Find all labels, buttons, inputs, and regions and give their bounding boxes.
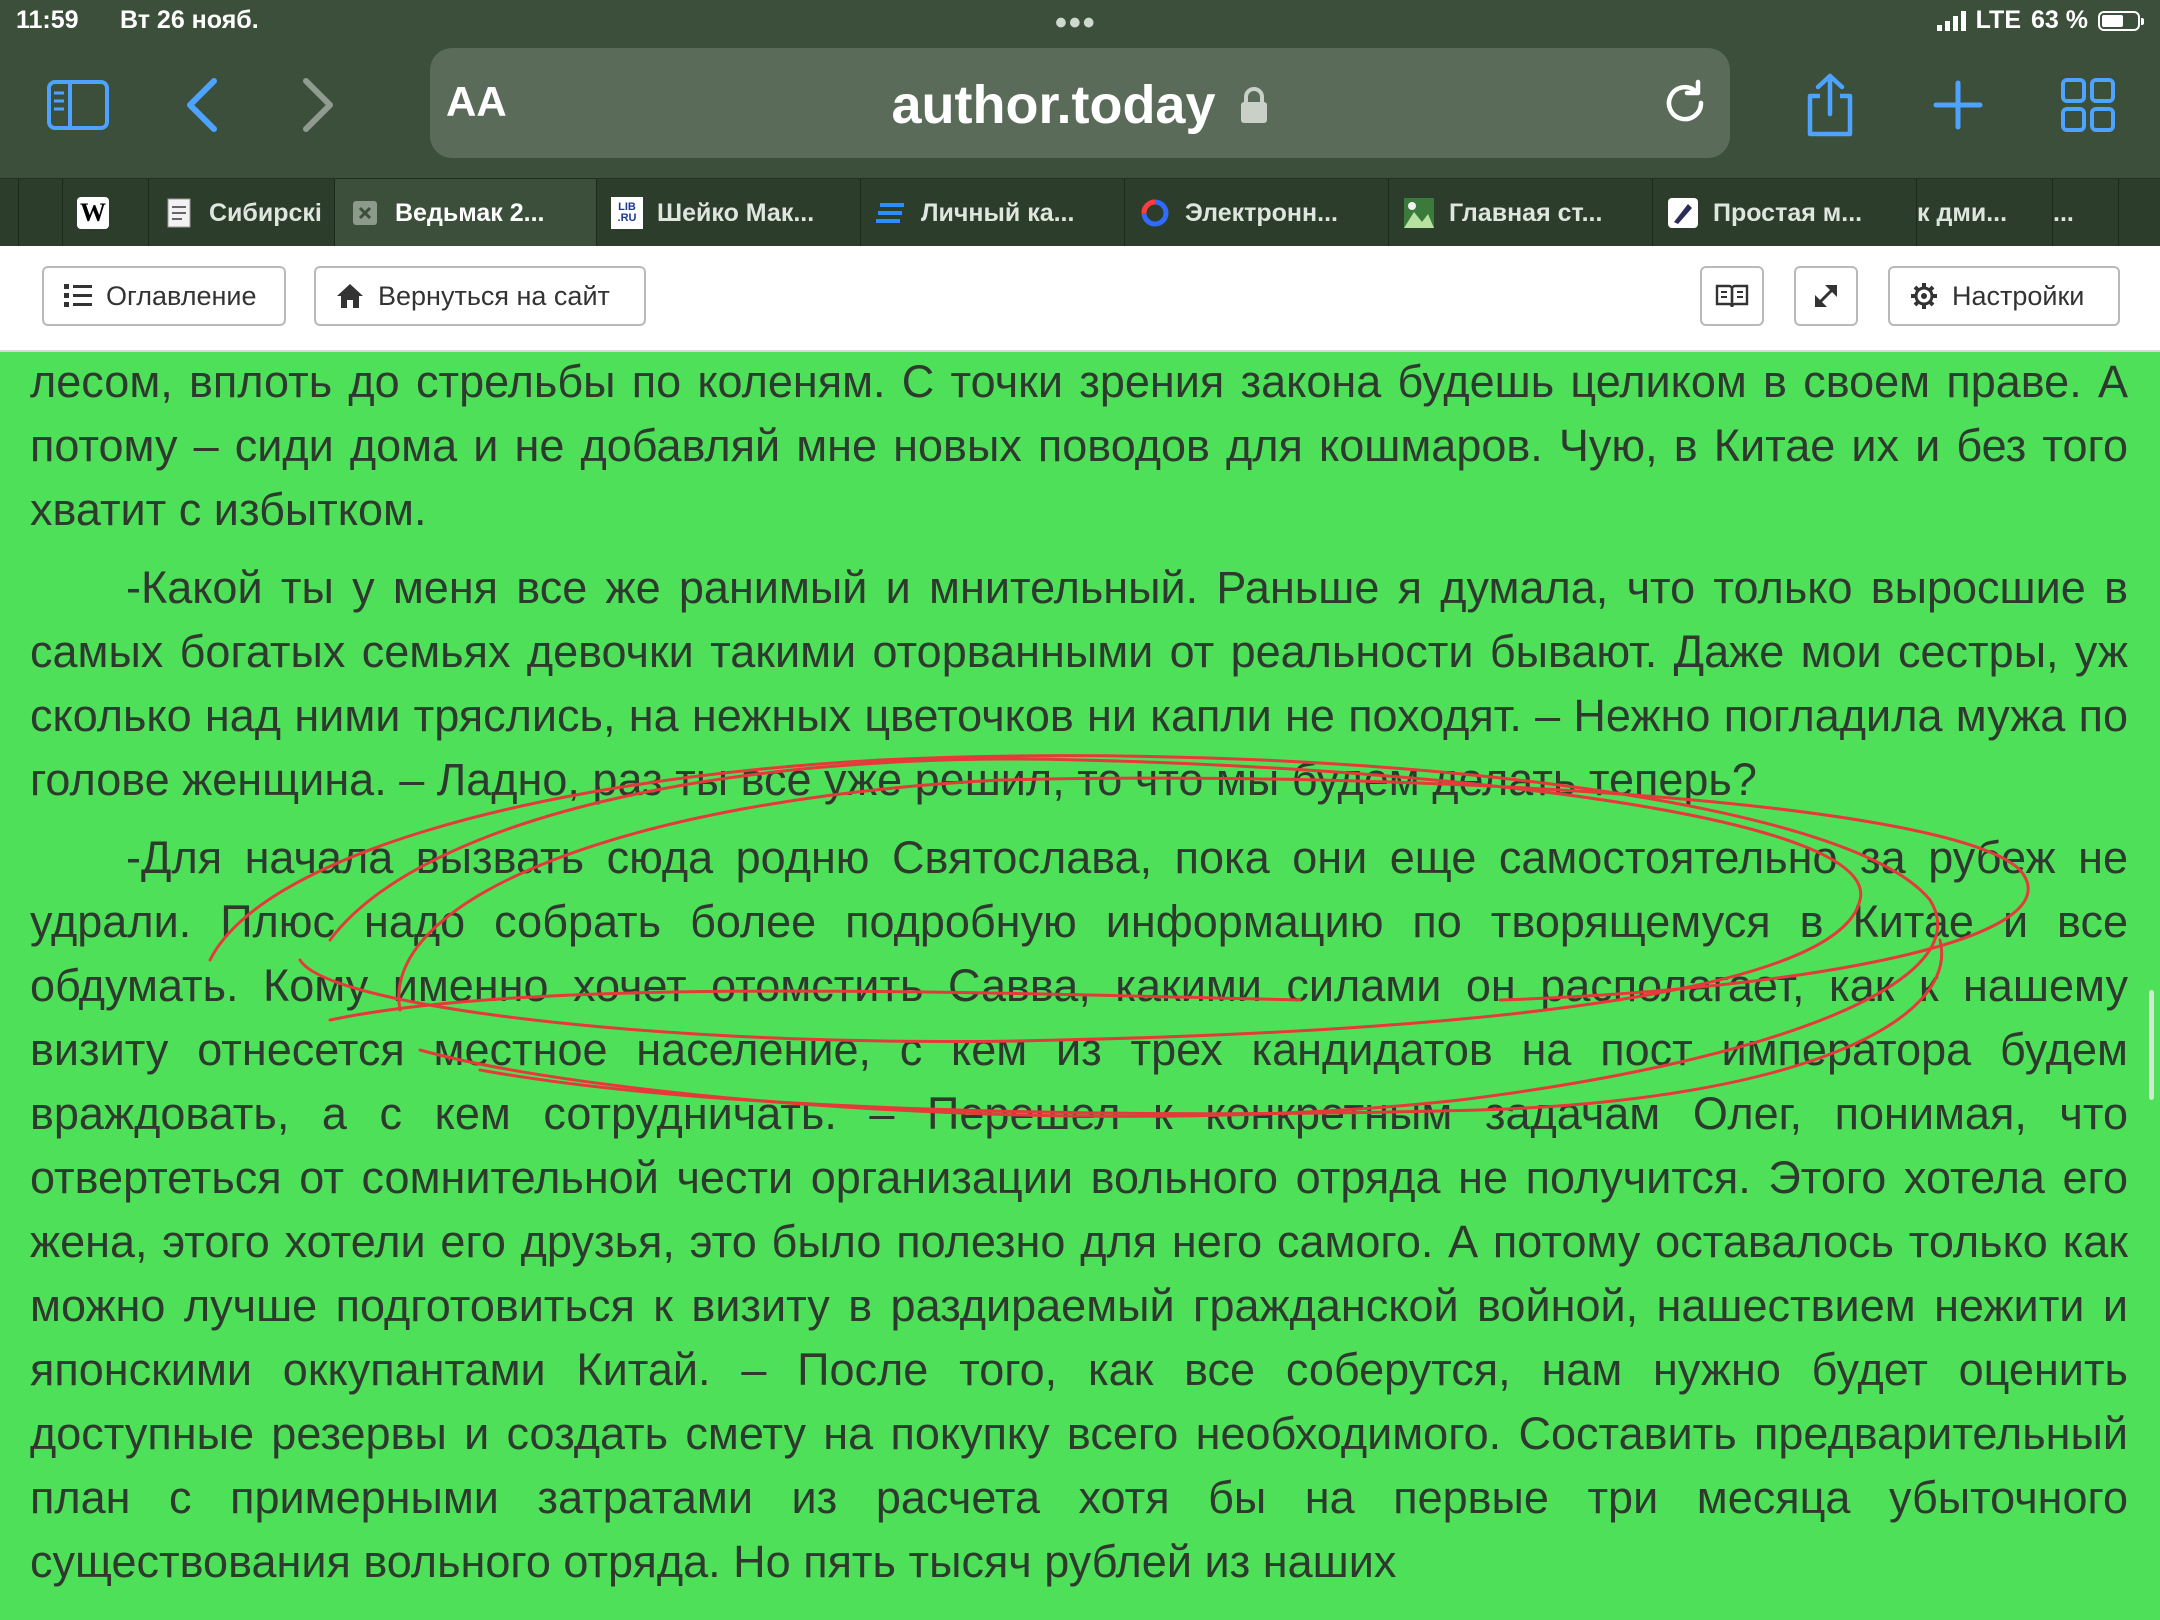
tab-label: Простая м...	[1713, 198, 1863, 227]
tab-label: Сибирскі	[209, 198, 322, 227]
settings-button[interactable]: Настройки	[1888, 266, 2120, 326]
back-button[interactable]	[164, 70, 240, 140]
lib-ru-icon: LIB .RU	[611, 197, 643, 229]
settings-label: Настройки	[1952, 280, 2085, 311]
back-to-site-label: Вернуться на сайт	[378, 280, 610, 311]
grid-icon	[2061, 78, 2115, 132]
status-time: 11:59	[16, 6, 79, 34]
status-bar: 11:59 Вт 26 нояб. ••• LTE 63 %	[0, 0, 2160, 40]
tab-label: Шейко Мак...	[657, 198, 815, 227]
book-icon	[1715, 284, 1749, 308]
chevron-left-icon	[187, 78, 217, 132]
tab-personal-account[interactable]: Личный ка...	[860, 179, 1124, 247]
share-button[interactable]	[1792, 70, 1868, 140]
tab-sheiko[interactable]: LIB .RU Шейко Мак...	[596, 179, 860, 247]
text-paragraph: -Для начала вызвать сюда родню Святослав…	[30, 832, 2128, 1587]
battery-icon	[2098, 10, 2144, 31]
reader-toolbar: Оглавление Вернуться на сайт Настройки	[0, 246, 2160, 352]
tab-vedmak-active[interactable]: Ведьмак 2...	[334, 179, 596, 247]
tab-overview-button[interactable]	[2050, 70, 2126, 140]
multitask-grip[interactable]: •••	[1055, 6, 1097, 40]
address-domain[interactable]: author.today	[430, 74, 1730, 136]
forward-button[interactable]	[280, 70, 356, 140]
image-icon	[1403, 197, 1435, 229]
tab-label: Личный ка...	[921, 198, 1075, 227]
sidebar-icon	[47, 80, 109, 130]
wikipedia-icon: W	[77, 197, 109, 229]
scroll-indicator[interactable]	[2149, 990, 2154, 1100]
tab-label: Главная ст...	[1449, 198, 1603, 227]
tab-electronic[interactable]: Электронн...	[1124, 179, 1388, 247]
browser-chrome: 11:59 Вт 26 нояб. ••• LTE 63 % AA author…	[0, 0, 2160, 247]
tab-sibirsk[interactable]: Сибирскі	[148, 179, 334, 247]
book-text: лесом, вплоть до стрельбы по коленям. С …	[30, 350, 2128, 1620]
tab-label: ...	[2053, 198, 2074, 227]
close-icon[interactable]	[349, 197, 381, 229]
domain-text: author.today	[891, 75, 1216, 135]
back-to-site-button[interactable]: Вернуться на сайт	[314, 266, 646, 326]
toc-label: Оглавление	[106, 280, 257, 311]
toc-button[interactable]: Оглавление	[42, 266, 286, 326]
tab-simple[interactable]: Простая м...	[1652, 179, 1916, 247]
service-icon	[1139, 197, 1171, 229]
status-indicators: LTE 63 %	[1936, 6, 2144, 35]
tab-pinned-0[interactable]	[18, 179, 62, 247]
fullscreen-button[interactable]	[1794, 266, 1858, 326]
lines-icon	[875, 197, 907, 229]
plus-icon	[1933, 80, 1983, 130]
text-paragraph: лесом, вплоть до стрельбы по коленям. С …	[30, 356, 2128, 535]
tab-strip: W Сибирскі Ведьмак 2... LIB .RU Шейко Мак…	[0, 178, 2160, 247]
tab-wikipedia[interactable]: W	[62, 179, 148, 247]
tab-more[interactable]: ...	[2052, 179, 2118, 247]
chevron-right-icon	[303, 78, 333, 132]
lock-icon	[1240, 87, 1267, 123]
share-icon	[1807, 73, 1853, 137]
status-date: Вт 26 нояб.	[120, 6, 259, 34]
address-bar[interactable]: AA author.today	[430, 48, 1730, 158]
document-icon	[163, 197, 195, 229]
gear-icon	[1911, 283, 1937, 309]
tab-label: Ведьмак 2...	[395, 198, 545, 227]
tab-label: Электронн...	[1185, 198, 1338, 227]
tab-edge[interactable]	[2118, 179, 2160, 247]
tab-label: к дми...	[1917, 198, 2008, 227]
tab-dmi[interactable]: к дми...	[1916, 179, 2052, 247]
home-icon	[337, 284, 363, 308]
network-label: LTE	[1975, 6, 2022, 34]
text-paragraph: -Какой ты у меня все же ранимый и мнител…	[30, 562, 2128, 805]
sidebar-toggle-button[interactable]	[40, 70, 116, 140]
book-mode-button[interactable]	[1700, 266, 1764, 326]
battery-percent: 63 %	[2031, 6, 2088, 34]
new-tab-button[interactable]	[1920, 70, 1996, 140]
list-icon	[64, 284, 92, 307]
pen-icon	[1667, 197, 1699, 229]
expand-icon	[1815, 285, 1837, 307]
tab-main-page[interactable]: Главная ст...	[1388, 179, 1652, 247]
signal-icon	[1936, 10, 1966, 31]
reload-icon[interactable]	[1658, 76, 1712, 130]
